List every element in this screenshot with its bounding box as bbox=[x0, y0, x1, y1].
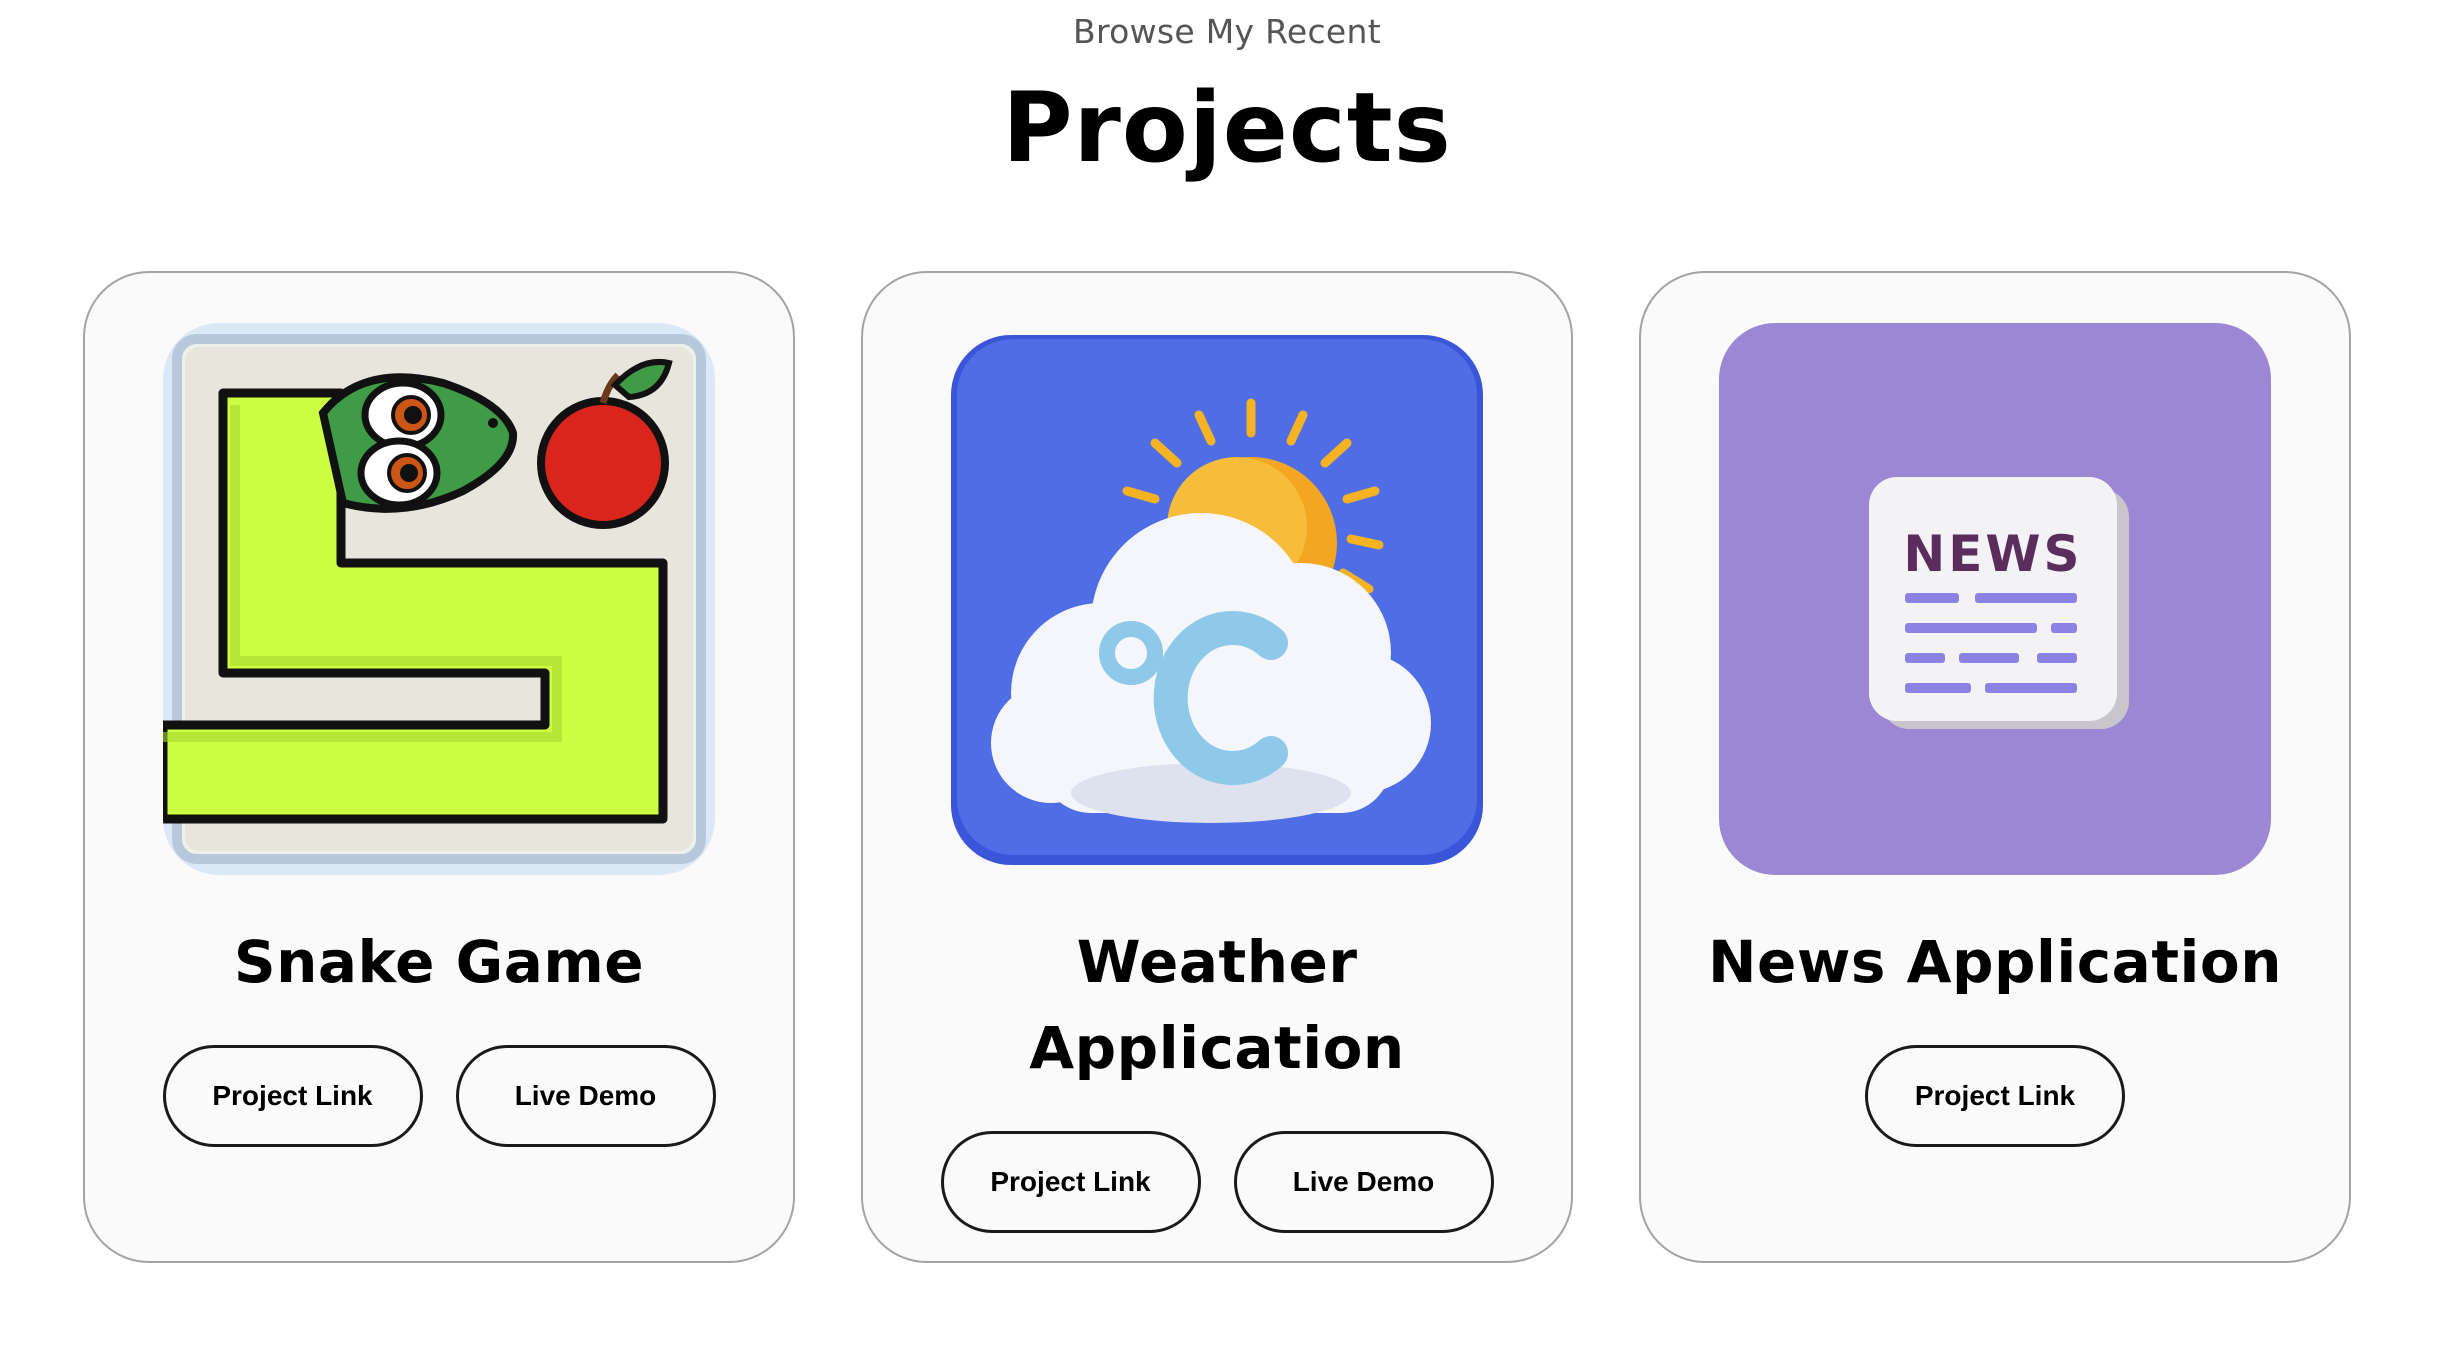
live-demo-button[interactable]: Live Demo bbox=[1233, 1131, 1494, 1233]
project-title: Weather Application bbox=[1029, 928, 1405, 1082]
news-image: NEWS bbox=[1719, 323, 2271, 875]
project-title: Snake Game bbox=[233, 928, 645, 996]
weather-icon bbox=[941, 323, 1493, 875]
project-title: News Application bbox=[1707, 928, 2283, 996]
section-title: Projects bbox=[1002, 72, 1452, 184]
project-card-news-application: NEWS News Application Project Link bbox=[1639, 271, 2351, 1263]
project-link-button[interactable]: Project Link bbox=[940, 1131, 1201, 1233]
project-card-weather-application: Weather Application Project Link Live De… bbox=[861, 271, 1573, 1263]
snake-game-image bbox=[163, 323, 715, 875]
live-demo-button[interactable]: Live Demo bbox=[455, 1045, 716, 1147]
project-link-button[interactable]: Project Link bbox=[162, 1045, 423, 1147]
project-cards: Snake Game Project Link Live Demo Weathe… bbox=[83, 271, 2351, 1263]
button-row: Project Link Live Demo bbox=[940, 1131, 1494, 1233]
weather-image bbox=[941, 323, 1493, 875]
section-subtitle: Browse My Recent bbox=[1073, 12, 1381, 51]
svg-text:NEWS: NEWS bbox=[1903, 525, 2082, 583]
project-link-button[interactable]: Project Link bbox=[1865, 1045, 2125, 1147]
button-row: Project Link Live Demo bbox=[162, 1045, 716, 1147]
project-card-snake-game: Snake Game Project Link Live Demo bbox=[83, 271, 795, 1263]
news-icon: NEWS bbox=[1719, 323, 2271, 875]
button-row: Project Link bbox=[1865, 1045, 2125, 1147]
snake-game-icon bbox=[163, 323, 715, 875]
projects-section: Browse My Recent Projects Snake Game Pro… bbox=[0, 0, 2454, 1352]
